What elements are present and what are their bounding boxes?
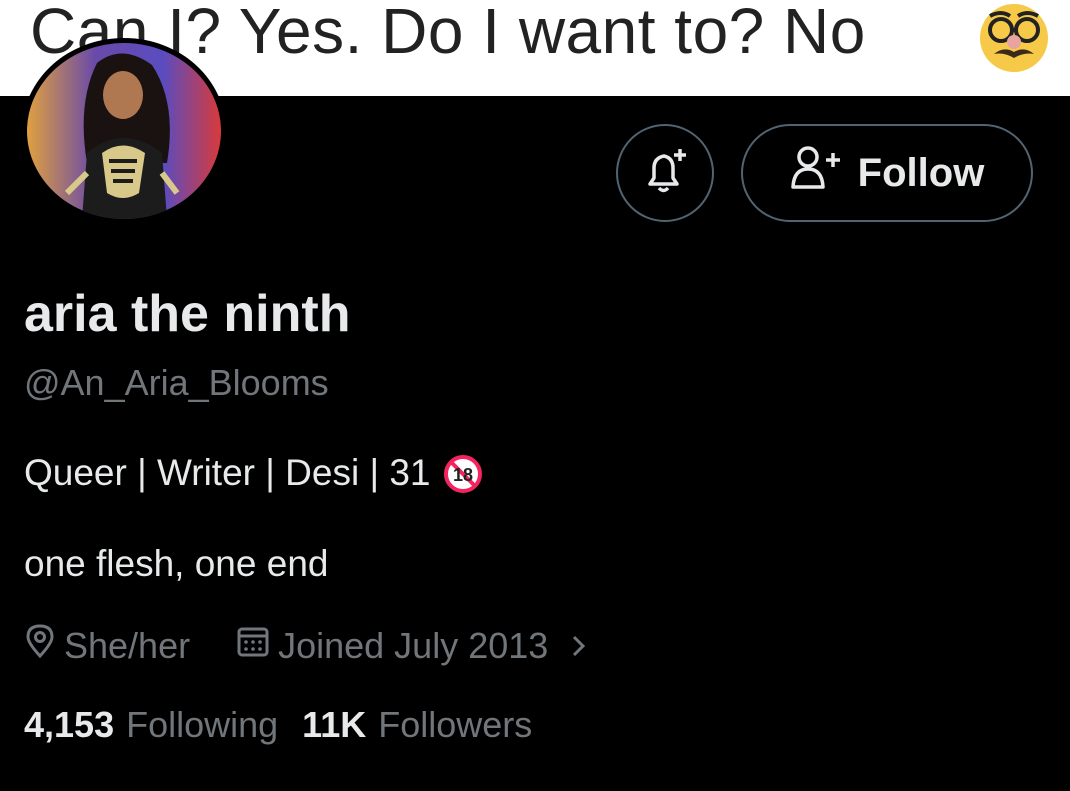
calendar-icon <box>236 624 270 667</box>
bell-plus-icon <box>640 146 690 201</box>
profile-avatar[interactable] <box>22 38 226 224</box>
disguised-face-icon <box>972 2 1056 72</box>
display-name: aria the ninth <box>24 285 351 343</box>
followers-label: Followers <box>378 704 533 745</box>
profile-meta: She/her Joined July 2013 <box>24 623 588 668</box>
follow-stats: 4,153 Following 11K Followers <box>24 704 532 746</box>
followers-count: 11K <box>302 704 367 745</box>
user-handle: @An_Aria_Blooms <box>24 362 329 403</box>
following-label: Following <box>126 704 279 745</box>
bio-text-1: Queer | Writer | Desi | 31 <box>24 452 431 493</box>
bio-line-1: Queer | Writer | Desi | 31 18 <box>24 452 483 494</box>
pronouns-text: She/her <box>64 624 191 666</box>
joined-item[interactable]: Joined July 2013 <box>236 624 588 667</box>
no-one-under-18-icon: 18 <box>443 454 483 494</box>
following-link[interactable]: 4,153 Following <box>24 704 278 746</box>
chevron-right-icon <box>570 631 588 661</box>
follow-label: Follow <box>857 150 985 195</box>
following-count: 4,153 <box>24 704 115 745</box>
followers-link[interactable]: 11K Followers <box>302 704 532 746</box>
notify-button[interactable] <box>616 124 714 222</box>
pronouns-item: She/her <box>24 623 190 668</box>
bio-line-2: one flesh, one end <box>24 543 329 584</box>
joined-text: Joined July 2013 <box>278 624 549 666</box>
location-pin-icon <box>24 623 56 668</box>
svg-text:18: 18 <box>452 465 472 485</box>
follow-button[interactable]: Follow <box>741 124 1033 222</box>
person-plus-icon <box>790 145 844 201</box>
